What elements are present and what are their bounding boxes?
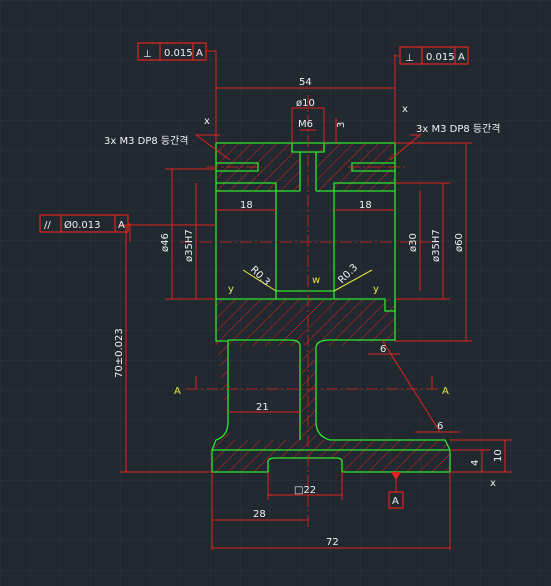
tol-datum-tr: A: [458, 52, 465, 63]
tol-symbol-tl: ⊥: [143, 49, 152, 60]
mark-y-left: y: [228, 284, 234, 295]
dim-neck-6: 6: [380, 344, 386, 355]
dim-46: ø46: [160, 233, 171, 252]
tol-value-tr: 0.015: [426, 52, 455, 63]
mark-y-right: y: [373, 284, 379, 295]
cad-drawing-canvas: ⊥ 0.015 A ⊥ 0.015 A // Ø0.013 A A A A 54…: [0, 0, 551, 586]
dim-thread-depth: 3: [336, 122, 347, 128]
dim-70: 70±0.023: [114, 328, 125, 378]
dim-35h7-left: ø35H7: [184, 229, 195, 262]
mark-x-right: x: [402, 104, 408, 115]
datum-label: A: [392, 496, 399, 507]
mark-w: w: [312, 275, 320, 286]
tol-value-tl: 0.015: [164, 48, 193, 59]
tol-datum-tl: A: [196, 48, 203, 59]
dim-10: 10: [493, 449, 504, 462]
tol-symbol-tr: ⊥: [405, 53, 414, 64]
dim-21: 21: [256, 402, 269, 413]
dim-30: ø30: [408, 233, 419, 252]
dim-4: 4: [470, 460, 481, 466]
dim-square-22: □22: [294, 485, 316, 496]
dim-72: 72: [326, 537, 339, 548]
tol-value-parallel: Ø0.013: [64, 219, 101, 231]
dim-bore-top: ø10: [296, 98, 315, 109]
dim-54: 54: [299, 77, 312, 88]
dim-base-6: 6: [437, 421, 443, 432]
mark-x-bottom: x: [490, 478, 496, 489]
section-label-right: A: [442, 386, 449, 397]
hole-note-right: 3x M3 DP8 등간격: [416, 122, 501, 135]
dim-35h7-right: ø35H7: [431, 229, 442, 262]
dim-60: ø60: [454, 233, 465, 252]
section-label-left: A: [174, 386, 181, 397]
hatch-middle: [216, 299, 395, 346]
tol-symbol-parallel: //: [44, 220, 51, 231]
dim-28: 28: [253, 509, 266, 520]
mark-x-left: x: [204, 116, 210, 127]
dim-18-left: 18: [240, 200, 253, 211]
tol-datum-parallel: A: [118, 220, 125, 231]
hole-note-left: 3x M3 DP8 등간격: [104, 134, 189, 147]
dim-18-right: 18: [359, 200, 372, 211]
dim-thread: M6: [298, 119, 313, 130]
